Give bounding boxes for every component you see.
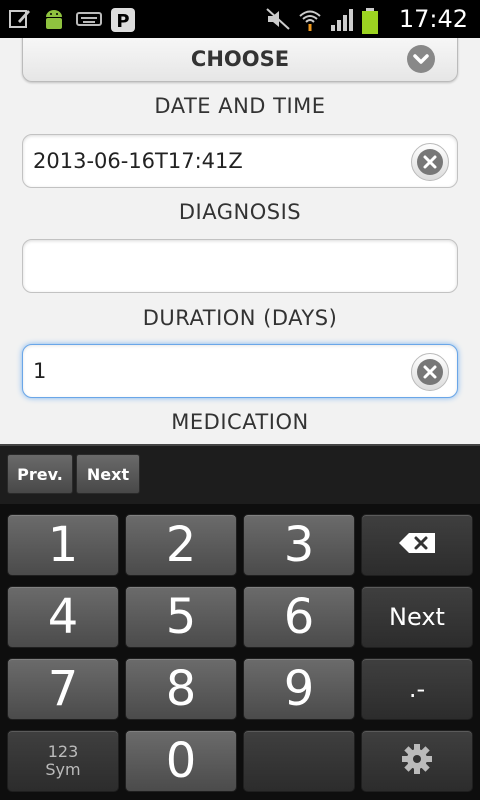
choose-select[interactable]: CHOOSE xyxy=(22,38,458,82)
duration-label: DURATION (DAYS) xyxy=(142,306,338,330)
key-5[interactable]: 5 xyxy=(125,586,237,648)
gear-icon xyxy=(400,742,434,780)
edit-icon xyxy=(8,7,32,31)
status-bar: P 17:42 xyxy=(0,0,480,38)
key-7[interactable]: 7 xyxy=(7,658,119,720)
key-1[interactable]: 1 xyxy=(7,514,119,576)
duration-value: 1 xyxy=(33,359,47,383)
sym-key[interactable]: 123 Sym xyxy=(7,730,119,792)
blank-key[interactable] xyxy=(243,730,355,792)
medication-label: MEDICATION xyxy=(171,410,309,434)
next-key[interactable]: Next xyxy=(361,586,473,648)
mute-icon xyxy=(265,7,290,31)
date-time-field[interactable]: 2013-06-16T17:41Z xyxy=(22,134,458,188)
numeric-keypad: 1 2 3 4 5 6 Next 7 8 9 .- 123 Sym 0 xyxy=(0,504,480,800)
key-3[interactable]: 3 xyxy=(243,514,355,576)
key-4[interactable]: 4 xyxy=(7,586,119,648)
keyboard-toolbar: Prev. Next xyxy=(0,444,480,504)
key-9[interactable]: 9 xyxy=(243,658,355,720)
key-2[interactable]: 2 xyxy=(125,514,237,576)
wifi-icon xyxy=(297,7,321,31)
settings-key[interactable] xyxy=(361,730,473,792)
backspace-icon xyxy=(397,531,437,559)
signal-icon xyxy=(329,7,353,31)
sym-key-top-label: 123 xyxy=(47,742,79,761)
clear-duration-button[interactable] xyxy=(411,353,449,391)
diagnosis-label: DIAGNOSIS xyxy=(178,200,302,224)
battery-icon xyxy=(361,7,385,34)
android-icon xyxy=(42,7,66,31)
date-time-label: DATE AND TIME xyxy=(154,94,326,118)
dot-dash-key[interactable]: .- xyxy=(361,658,473,720)
duration-field[interactable]: 1 xyxy=(22,344,458,398)
prev-field-button[interactable]: Prev. xyxy=(7,454,73,494)
next-field-button[interactable]: Next xyxy=(76,454,140,494)
pinterest-icon: P xyxy=(110,7,135,32)
form-area: CHOOSE DATE AND TIME 2013-06-16T17:41Z D… xyxy=(0,38,480,444)
backspace-key[interactable] xyxy=(361,514,473,576)
date-time-value: 2013-06-16T17:41Z xyxy=(33,149,243,173)
close-icon xyxy=(417,359,443,385)
choose-label: CHOOSE xyxy=(190,47,290,71)
diagnosis-field[interactable] xyxy=(22,239,458,293)
key-0[interactable]: 0 xyxy=(125,730,237,792)
svg-text:P: P xyxy=(116,11,129,32)
status-clock: 17:42 xyxy=(398,5,468,33)
sym-key-bottom-label: Sym xyxy=(45,760,81,779)
clear-date-time-button[interactable] xyxy=(411,143,449,181)
close-icon xyxy=(417,149,443,175)
keyboard-icon xyxy=(76,7,102,31)
chevron-down-icon xyxy=(407,45,435,73)
key-8[interactable]: 8 xyxy=(125,658,237,720)
key-6[interactable]: 6 xyxy=(243,586,355,648)
